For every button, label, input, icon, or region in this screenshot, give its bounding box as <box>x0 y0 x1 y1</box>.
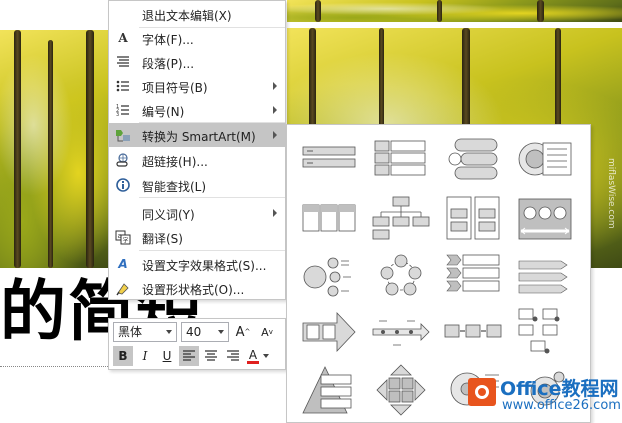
menu-item-label: 转换为 SmartArt(M) <box>142 130 256 144</box>
menu-item-synonyms[interactable]: 同义词(Y) <box>109 201 285 225</box>
chevron-down-icon <box>218 330 224 334</box>
bullets-icon <box>115 78 131 94</box>
menu-item-label: 设置文字效果格式(S)... <box>142 259 267 273</box>
italic-icon: I <box>142 349 148 363</box>
smart-lookup-icon <box>115 177 131 193</box>
menu-item-hyperlink[interactable]: 超链接(H)... <box>109 148 285 172</box>
italic-button[interactable]: I <box>135 346 155 366</box>
font-color-swatch <box>247 360 259 364</box>
smartart-layout-bending-process[interactable] <box>513 305 577 359</box>
underline-button[interactable]: U <box>157 346 177 366</box>
menu-item-label: 退出文本编辑(X) <box>142 9 232 23</box>
smartart-layout-basic-process[interactable] <box>297 305 361 359</box>
grow-font-icon: A <box>235 324 245 340</box>
menu-item-numbering[interactable]: 123 编号(N) <box>109 98 285 122</box>
menu-item-bullets[interactable]: 项目符号(B) <box>109 74 285 98</box>
menu-item-paragraph[interactable]: 段落(P)... <box>109 50 285 74</box>
smartart-layout-basic-cycle[interactable] <box>369 249 433 303</box>
textbox-border <box>0 366 110 367</box>
menu-item-label: 字体(F)... <box>142 33 194 47</box>
watermark-brand: Office教程网 <box>500 378 619 400</box>
menu-item-convert-to-smartart[interactable]: 转换为 SmartArt(M) <box>109 123 285 147</box>
menu-item-translate[interactable]: a字 翻译(S) <box>109 225 285 249</box>
svg-text:3: 3 <box>116 112 119 117</box>
smartart-layout-basic-block-list[interactable] <box>297 131 361 185</box>
smartart-layout-vertical-bullet-list[interactable] <box>369 131 433 185</box>
photo-credit: miflasWise.com <box>606 158 616 229</box>
submenu-arrow-icon <box>273 82 277 90</box>
align-center-icon <box>205 350 217 361</box>
align-center-button[interactable] <box>201 346 221 366</box>
smartart-layout-basic-radial[interactable] <box>297 249 361 303</box>
shape-format-icon <box>115 280 131 296</box>
menu-item-label: 同义词(Y) <box>142 208 195 222</box>
submenu-arrow-icon <box>273 131 277 139</box>
translate-icon: a字 <box>115 229 131 245</box>
mini-toolbar: 黑体 40 A ^ Av B I U A <box>108 318 286 370</box>
font-color-dropdown[interactable] <box>261 346 271 366</box>
bold-button[interactable]: B <box>113 346 133 366</box>
grow-font-button[interactable]: A ^ <box>233 322 253 342</box>
menu-item-font[interactable]: A 字体(F)... <box>109 26 285 50</box>
menu-item-label: 智能查找(L) <box>142 180 207 194</box>
chevron-down-icon <box>166 330 172 334</box>
shrink-font-button[interactable]: Av <box>257 322 277 342</box>
font-color-button[interactable]: A <box>245 346 261 366</box>
smartart-layout-picture-list[interactable] <box>513 191 577 245</box>
menu-item-label: 项目符号(B) <box>142 81 208 95</box>
font-name-value: 黑体 <box>118 325 143 339</box>
menu-item-format-shape[interactable]: 设置形状格式(O)... <box>109 276 285 300</box>
bold-icon: B <box>118 349 128 363</box>
text-effects-icon: A <box>118 257 128 271</box>
menu-item-format-text-effects[interactable]: A 设置文字效果格式(S)... <box>109 252 285 276</box>
menu-item-label: 编号(N) <box>142 105 185 119</box>
font-icon: A <box>118 31 128 45</box>
smartart-layout-target-list[interactable] <box>513 131 577 185</box>
numbering-icon: 123 <box>115 102 131 118</box>
menu-item-label: 翻译(S) <box>142 232 183 246</box>
underline-icon: U <box>162 349 172 363</box>
paragraph-icon <box>115 54 131 70</box>
submenu-arrow-icon <box>273 209 277 217</box>
watermark-url: www.office26.com <box>502 398 621 413</box>
smartart-layout-hierarchy[interactable] <box>369 191 433 245</box>
font-name-dropdown[interactable]: 黑体 <box>113 322 177 342</box>
menu-item-label: 设置形状格式(O)... <box>142 283 245 297</box>
chevron-down-icon <box>263 354 269 358</box>
menu-item-smart-lookup[interactable]: 智能查找(L) <box>109 173 285 197</box>
shrink-font-icon: A <box>261 325 269 339</box>
smartart-layout-matrix[interactable] <box>369 363 433 417</box>
align-right-icon <box>227 350 239 361</box>
align-left-icon <box>183 350 195 361</box>
font-size-dropdown[interactable]: 40 <box>181 322 229 342</box>
font-size-value: 40 <box>186 325 202 339</box>
smartart-layout-grouped-list[interactable] <box>441 191 505 245</box>
menu-separator <box>139 250 285 251</box>
align-left-button[interactable] <box>179 346 199 366</box>
svg-text:字: 字 <box>123 237 129 245</box>
font-color-icon: A <box>248 347 258 362</box>
background-photo-left <box>0 30 112 268</box>
smartart-layout-linear-process[interactable] <box>441 305 505 359</box>
smartart-layout-pyramid-list[interactable] <box>297 363 361 417</box>
smartart-icon <box>115 127 131 143</box>
smartart-layout-horizontal-timeline[interactable] <box>369 305 433 359</box>
menu-item-label: 段落(P)... <box>142 57 195 71</box>
background-photo-top <box>287 0 622 22</box>
hyperlink-icon <box>115 152 131 168</box>
context-menu: 退出文本编辑(X) A 字体(F)... 段落(P)... 项目符号(B) 12… <box>108 0 286 300</box>
site-watermark: Office教程网 www.office26.com <box>464 368 622 416</box>
menu-item-label: 超链接(H)... <box>142 155 208 169</box>
menu-item-exit-text-edit[interactable]: 退出文本编辑(X) <box>109 2 285 26</box>
smartart-layout-horizontal-bullet-list[interactable] <box>297 191 361 245</box>
smartart-layout-chevron-list[interactable] <box>441 249 505 303</box>
office-logo-icon <box>468 378 496 406</box>
menu-separator <box>139 197 285 198</box>
align-right-button[interactable] <box>223 346 243 366</box>
smartart-layout-vertical-circle-list[interactable] <box>441 131 505 185</box>
smartart-layout-arrow-list[interactable] <box>513 249 577 303</box>
submenu-arrow-icon <box>273 106 277 114</box>
